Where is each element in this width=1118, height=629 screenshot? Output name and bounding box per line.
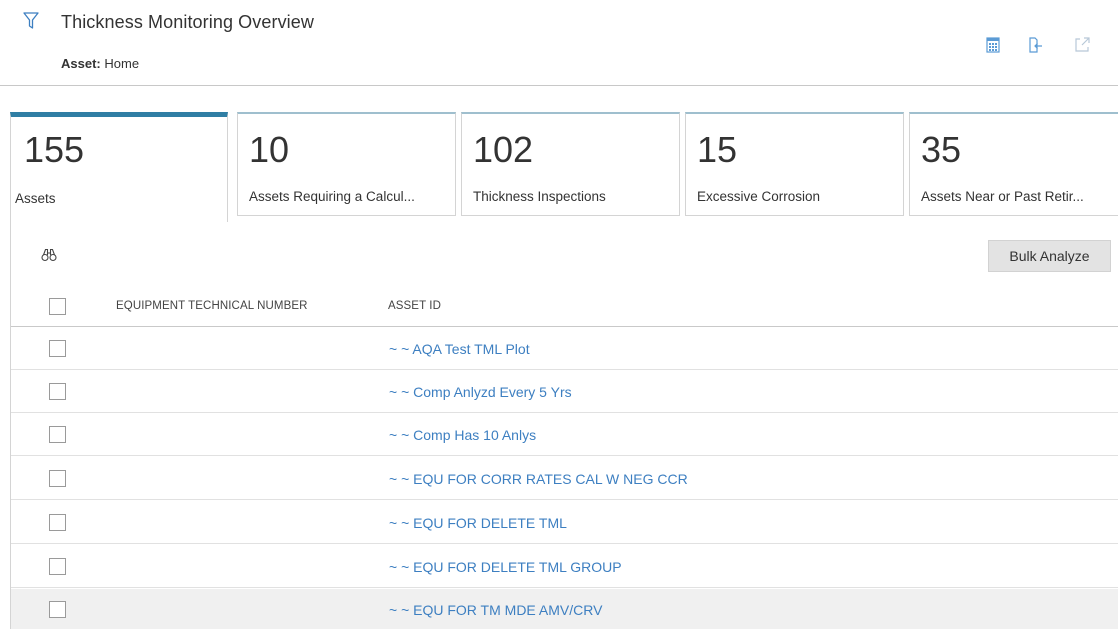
tab-count: 15 <box>697 129 738 170</box>
tab-assets-requiring-calculation[interactable]: 10 Assets Requiring a Calcul... <box>237 112 456 216</box>
column-header-asset-id[interactable]: ASSET ID <box>388 300 441 312</box>
row-checkbox[interactable] <box>49 470 66 487</box>
table-row[interactable]: ~ ~ Comp Anlyzd Every 5 Yrs <box>11 371 1118 413</box>
asset-context: Asset: Home <box>61 56 139 71</box>
asset-label: Asset: <box>61 56 101 71</box>
row-checkbox[interactable] <box>49 514 66 531</box>
tab-assets-near-retirement[interactable]: 35 Assets Near or Past Retir... <box>909 112 1118 216</box>
calendar-icon[interactable] <box>985 37 1001 53</box>
page-header: Thickness Monitoring Overview Asset: Hom… <box>0 0 1118 86</box>
asset-id-link[interactable]: ~ ~ Comp Anlyzd Every 5 Yrs <box>389 384 572 400</box>
table-row[interactable]: ~ ~ EQU FOR TM MDE AMV/CRV <box>11 589 1118 629</box>
tab-label: Assets Requiring a Calcul... <box>249 189 415 204</box>
tab-label: Assets Near or Past Retir... <box>921 189 1084 204</box>
row-checkbox[interactable] <box>49 601 66 618</box>
row-checkbox[interactable] <box>49 558 66 575</box>
asset-id-link[interactable]: ~ ~ EQU FOR DELETE TML <box>389 515 567 531</box>
table-header: EQUIPMENT TECHNICAL NUMBER ASSET ID <box>11 286 1118 327</box>
tab-label: Excessive Corrosion <box>697 189 821 204</box>
bulk-analyze-button[interactable]: Bulk Analyze <box>988 240 1111 272</box>
asset-id-link[interactable]: ~ ~ Comp Has 10 Anlys <box>389 427 536 443</box>
open-external-icon[interactable] <box>1074 37 1090 53</box>
asset-id-link[interactable]: ~ ~ EQU FOR DELETE TML GROUP <box>389 559 622 575</box>
asset-value: Home <box>104 56 140 71</box>
tab-assets[interactable]: 155 Assets <box>10 112 228 222</box>
tab-count: 35 <box>921 129 962 170</box>
summary-tabs: 155 Assets 10 Assets Requiring a Calcul.… <box>10 112 1118 222</box>
select-all-checkbox[interactable] <box>49 298 66 315</box>
page-title: Thickness Monitoring Overview <box>61 12 314 32</box>
table-row[interactable]: ~ ~ Comp Has 10 Anlys <box>11 414 1118 456</box>
table-row[interactable]: ~ ~ EQU FOR DELETE TML GROUP <box>11 546 1118 588</box>
binoculars-icon[interactable] <box>41 248 57 262</box>
tab-excessive-corrosion[interactable]: 15 Excessive Corrosion <box>685 112 904 216</box>
tab-count: 155 <box>24 129 85 170</box>
row-checkbox[interactable] <box>49 383 66 400</box>
export-icon[interactable] <box>1027 37 1043 53</box>
filter-icon[interactable] <box>23 12 39 30</box>
asset-id-link[interactable]: ~ ~ EQU FOR TM MDE AMV/CRV <box>389 602 602 618</box>
table-row[interactable]: ~ ~ AQA Test TML Plot <box>11 328 1118 370</box>
row-checkbox[interactable] <box>49 426 66 443</box>
tab-label: Thickness Inspections <box>473 189 606 204</box>
tab-label: Assets <box>15 191 56 206</box>
asset-id-link[interactable]: ~ ~ EQU FOR CORR RATES CAL W NEG CCR <box>389 471 688 487</box>
assets-panel: Bulk Analyze EQUIPMENT TECHNICAL NUMBER … <box>10 220 1118 629</box>
tab-count: 102 <box>473 129 534 170</box>
table-row[interactable]: ~ ~ EQU FOR CORR RATES CAL W NEG CCR <box>11 458 1118 500</box>
table-row[interactable]: ~ ~ EQU FOR DELETE TML <box>11 502 1118 544</box>
tab-count: 10 <box>249 129 290 170</box>
tab-thickness-inspections[interactable]: 102 Thickness Inspections <box>461 112 680 216</box>
column-header-equipment-technical-number[interactable]: EQUIPMENT TECHNICAL NUMBER <box>116 300 308 312</box>
row-checkbox[interactable] <box>49 340 66 357</box>
asset-id-link[interactable]: ~ ~ AQA Test TML Plot <box>389 341 530 357</box>
